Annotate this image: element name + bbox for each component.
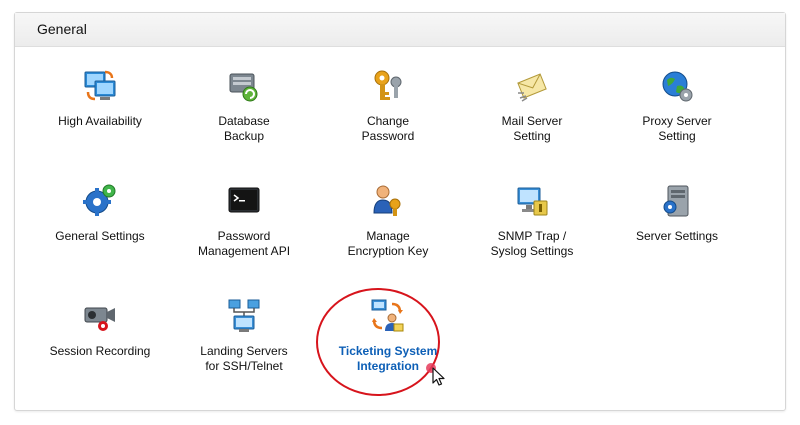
terminal-icon [228,187,260,213]
ticketing-icon [371,299,404,332]
mail-server-icon [517,73,547,102]
password-management-api-tile[interactable]: Password Management API [173,183,315,259]
server-icon [663,185,689,217]
encryption-key-icon [373,185,401,216]
proxy-server-setting-label: Proxy Server Setting [642,114,712,143]
landing-servers-label: Landing Servers for SSH/Telnet [200,344,288,373]
mail-server-setting-label: Mail Server Setting [501,114,563,143]
snmp-trap-syslog-settings-label: SNMP Trap / Syslog Settings [490,229,574,258]
landing-servers-tile[interactable]: Landing Servers for SSH/Telnet [173,298,315,374]
high-availability-label: High Availability [58,114,142,128]
key-icon [374,70,402,100]
password-management-api-label: Password Management API [197,229,291,258]
proxy-server-icon [662,71,693,102]
manage-encryption-key-tile[interactable]: Manage Encryption Key [317,183,459,259]
change-password-label: Change Password [361,114,415,143]
server-settings-tile[interactable]: Server Settings [606,183,748,244]
snmp-trap-icon [517,187,548,216]
change-password-tile[interactable]: Change Password [317,68,459,144]
session-recording-tile[interactable]: Session Recording [29,298,171,359]
database-backup-label: Database Backup [218,114,270,143]
mouse-pointer-icon [426,363,445,386]
high-availability-tile[interactable]: High Availability [29,68,171,129]
panel-title: General [15,13,785,47]
server-settings-label: Server Settings [635,229,719,243]
database-backup-tile[interactable]: Database Backup [173,68,315,144]
mail-server-setting-tile[interactable]: Mail Server Setting [461,68,603,144]
session-recording-label: Session Recording [49,344,151,358]
general-settings-tile[interactable]: General Settings [29,183,171,244]
network-icon [228,299,260,332]
high-availability-icon [84,70,116,101]
proxy-server-setting-tile[interactable]: Proxy Server Setting [606,68,748,144]
camera-icon [84,307,115,331]
database-backup-icon [229,73,258,102]
snmp-trap-syslog-settings-tile[interactable]: SNMP Trap / Syslog Settings [461,183,603,259]
manage-encryption-key-label: Manage Encryption Key [347,229,429,258]
general-settings-label: General Settings [55,229,145,243]
gear-icon [83,184,116,216]
